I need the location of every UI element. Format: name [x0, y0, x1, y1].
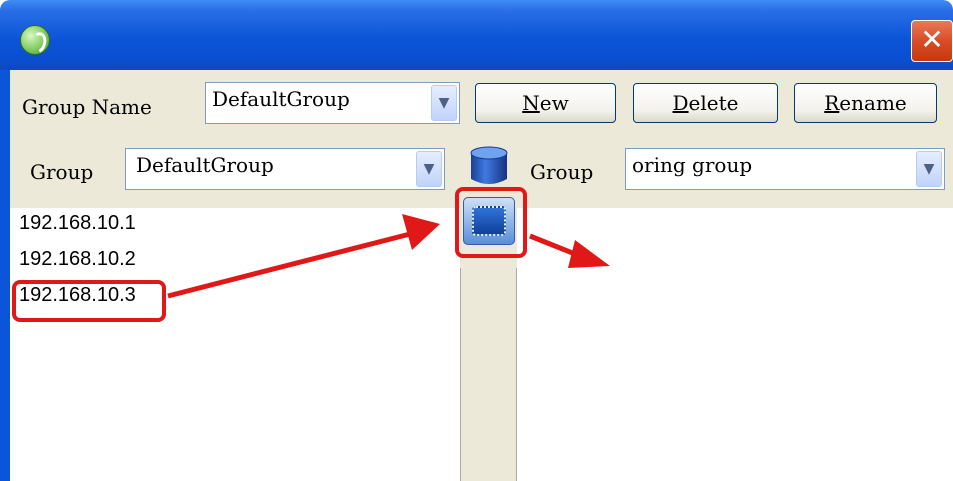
annotation-arrows [167, 214, 610, 299]
